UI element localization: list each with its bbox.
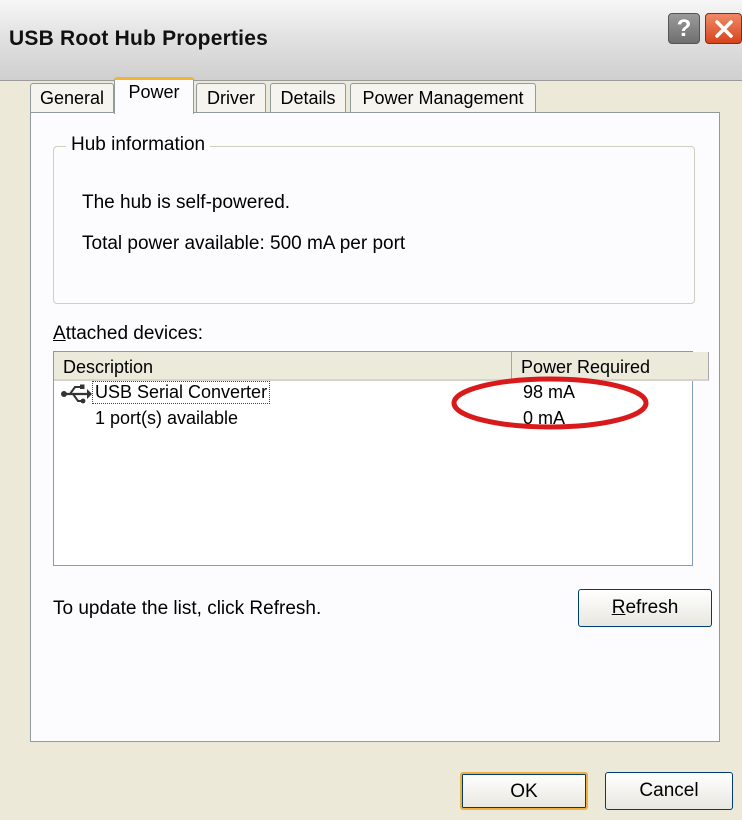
power-tab-panel: Hub information The hub is self-powered.… (30, 112, 720, 742)
device-description: 1 port(s) available (95, 408, 239, 428)
cancel-button[interactable]: Cancel (605, 772, 733, 810)
refresh-hint-text: To update the list, click Refresh. (53, 598, 322, 619)
column-header-power-required[interactable]: Power Required (512, 352, 709, 381)
refresh-button[interactable]: Refresh (578, 589, 712, 627)
device-description: USB Serial Converter (92, 381, 271, 404)
help-icon: ? (676, 14, 692, 42)
ok-button[interactable]: OK (460, 772, 588, 810)
properties-dialog: USB Root Hub Properties ? General Power … (0, 0, 742, 820)
list-item[interactable]: USB Serial Converter 98 mA (54, 381, 692, 407)
hub-information-legend: Hub information (66, 134, 211, 156)
column-header-label: Description (63, 357, 154, 377)
list-item[interactable]: 1 port(s) available 0 mA (54, 407, 692, 433)
tab-power-management[interactable]: Power Management (350, 83, 536, 113)
total-power-text: Total power available: 500 mA per port (82, 233, 406, 254)
tab-power[interactable]: Power (114, 77, 194, 114)
device-power: 98 mA (523, 382, 576, 402)
column-header-label: Power Required (521, 357, 651, 377)
attached-devices-label: Attached devices: (53, 323, 203, 344)
attached-devices-list[interactable]: Description Power Required USB Serial Co… (53, 351, 709, 566)
title-bar[interactable]: USB Root Hub Properties ? (0, 0, 742, 81)
device-power: 0 mA (523, 408, 566, 428)
tab-label: Power (128, 82, 180, 102)
tab-label: General (39, 88, 105, 108)
tab-details[interactable]: Details (270, 83, 346, 113)
window-title: USB Root Hub Properties (9, 27, 268, 50)
close-icon (714, 19, 733, 38)
tab-general[interactable]: General (30, 83, 114, 113)
column-header-description[interactable]: Description (54, 352, 512, 381)
help-button[interactable]: ? (668, 13, 700, 44)
close-button[interactable] (705, 13, 742, 44)
tab-driver[interactable]: Driver (196, 83, 266, 113)
tab-label: Power Management (362, 88, 524, 108)
tab-label: Driver (207, 88, 255, 108)
tab-label: Details (280, 88, 336, 108)
hub-information-group: Hub information The hub is self-powered.… (53, 134, 695, 304)
self-powered-text: The hub is self-powered. (82, 192, 291, 213)
